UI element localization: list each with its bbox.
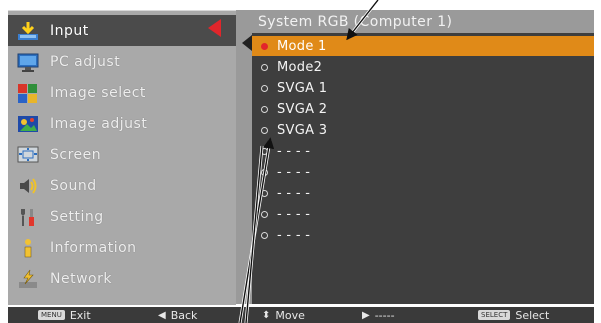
up-down-arrow-icon: ⬍ [262, 309, 271, 321]
back-arrow-icon: ◀ [158, 309, 166, 321]
projector-osd-screen: Input PC adjust Image select Image adjus… [0, 0, 601, 323]
list-item-label: SVGA 2 [277, 101, 328, 117]
menu-item-label: Information [50, 239, 137, 256]
menu-item-label: Setting [50, 208, 104, 225]
select-key-badge: SELECT [478, 310, 511, 320]
list-item-mode-1[interactable]: Mode 1 [252, 36, 594, 56]
move-hint: ⬍ Move [262, 307, 305, 323]
right-arrow-icon: ▶ [362, 309, 370, 321]
radio-icon [261, 126, 268, 134]
back-label: Back [170, 308, 198, 322]
menu-item-setting[interactable]: Setting [8, 201, 236, 232]
list-item-label: Mode 1 [277, 38, 327, 54]
back-hint[interactable]: ◀ Back [158, 307, 197, 323]
menu-item-label: PC adjust [50, 53, 121, 70]
move-label: Move [275, 308, 305, 322]
menu-item-input[interactable]: Input [8, 15, 236, 46]
menu-item-image-select[interactable]: Image select [8, 77, 236, 108]
screen-icon [14, 143, 42, 167]
list-item-label: - - - - [277, 185, 311, 201]
radio-icon [261, 210, 268, 218]
radio-icon [261, 63, 268, 71]
enter-label: ----- [374, 308, 395, 322]
list-item-svga-1[interactable]: SVGA 1 [252, 78, 594, 98]
speaker-icon [14, 174, 42, 198]
system-mode-list: Mode 1 Mode2 SVGA 1 SVGA 2 SVGA 3 - - - … [252, 33, 594, 304]
submenu-title: System RGB (Computer 1) [258, 14, 453, 30]
image-adjust-icon [14, 112, 42, 136]
submenu-panel: System RGB (Computer 1) Mode 1 Mode2 SVG… [236, 10, 594, 304]
list-item-label: SVGA 3 [277, 122, 328, 138]
select-hint[interactable]: SELECT Select [478, 307, 549, 323]
list-item-empty[interactable]: - - - - [252, 204, 594, 224]
monitor-icon [14, 50, 42, 74]
menu-item-sound[interactable]: Sound [8, 170, 236, 201]
radio-icon [261, 84, 268, 92]
list-item-label: - - - - [277, 227, 311, 243]
radio-icon [261, 189, 268, 197]
exit-label: Exit [69, 308, 91, 322]
radio-icon [261, 105, 268, 113]
key-hint-bar: MENU Exit ◀ Back ⬍ Move ▶ ----- SELECT S… [8, 307, 594, 323]
menu-item-information[interactable]: Information [8, 232, 236, 263]
palette-icon [14, 81, 42, 105]
enter-hint: ▶ ----- [362, 307, 395, 323]
menu-item-pc-adjust[interactable]: PC adjust [8, 46, 236, 77]
list-item-empty[interactable]: - - - - [252, 225, 594, 245]
exit-hint[interactable]: MENU Exit [38, 307, 91, 323]
menu-key-badge: MENU [38, 310, 65, 320]
list-item-empty[interactable]: - - - - [252, 183, 594, 203]
list-item-label: - - - - [277, 206, 311, 222]
submenu-pointer-icon [242, 35, 252, 51]
info-icon [14, 236, 42, 260]
menu-item-label: Sound [50, 177, 97, 194]
radio-icon [261, 147, 268, 155]
menu-item-image-adjust[interactable]: Image adjust [8, 108, 236, 139]
menu-item-label: Image select [50, 84, 146, 101]
input-arrow-icon [14, 19, 42, 43]
network-icon [14, 267, 42, 291]
list-item-label: - - - - [277, 143, 311, 159]
radio-selected-icon [261, 42, 268, 50]
menu-item-label: Network [50, 270, 112, 287]
list-item-empty[interactable]: - - - - [252, 162, 594, 182]
select-label: Select [515, 308, 550, 322]
list-item-label: - - - - [277, 164, 311, 180]
selection-pointer-icon [208, 19, 221, 37]
list-item-mode-2[interactable]: Mode2 [252, 57, 594, 77]
main-menu-panel: Input PC adjust Image select Image adjus… [8, 10, 240, 305]
list-item-label: SVGA 1 [277, 80, 328, 96]
menu-item-screen[interactable]: Screen [8, 139, 236, 170]
tools-icon [14, 205, 42, 229]
menu-item-label: Screen [50, 146, 102, 163]
menu-item-label: Input [50, 22, 89, 39]
list-item-empty[interactable]: - - - - [252, 141, 594, 161]
menu-item-network[interactable]: Network [8, 263, 236, 294]
list-item-svga-2[interactable]: SVGA 2 [252, 99, 594, 119]
radio-icon [261, 168, 268, 176]
list-item-svga-3[interactable]: SVGA 3 [252, 120, 594, 140]
menu-item-label: Image adjust [50, 115, 148, 132]
list-item-label: Mode2 [277, 59, 323, 75]
radio-icon [261, 231, 268, 239]
